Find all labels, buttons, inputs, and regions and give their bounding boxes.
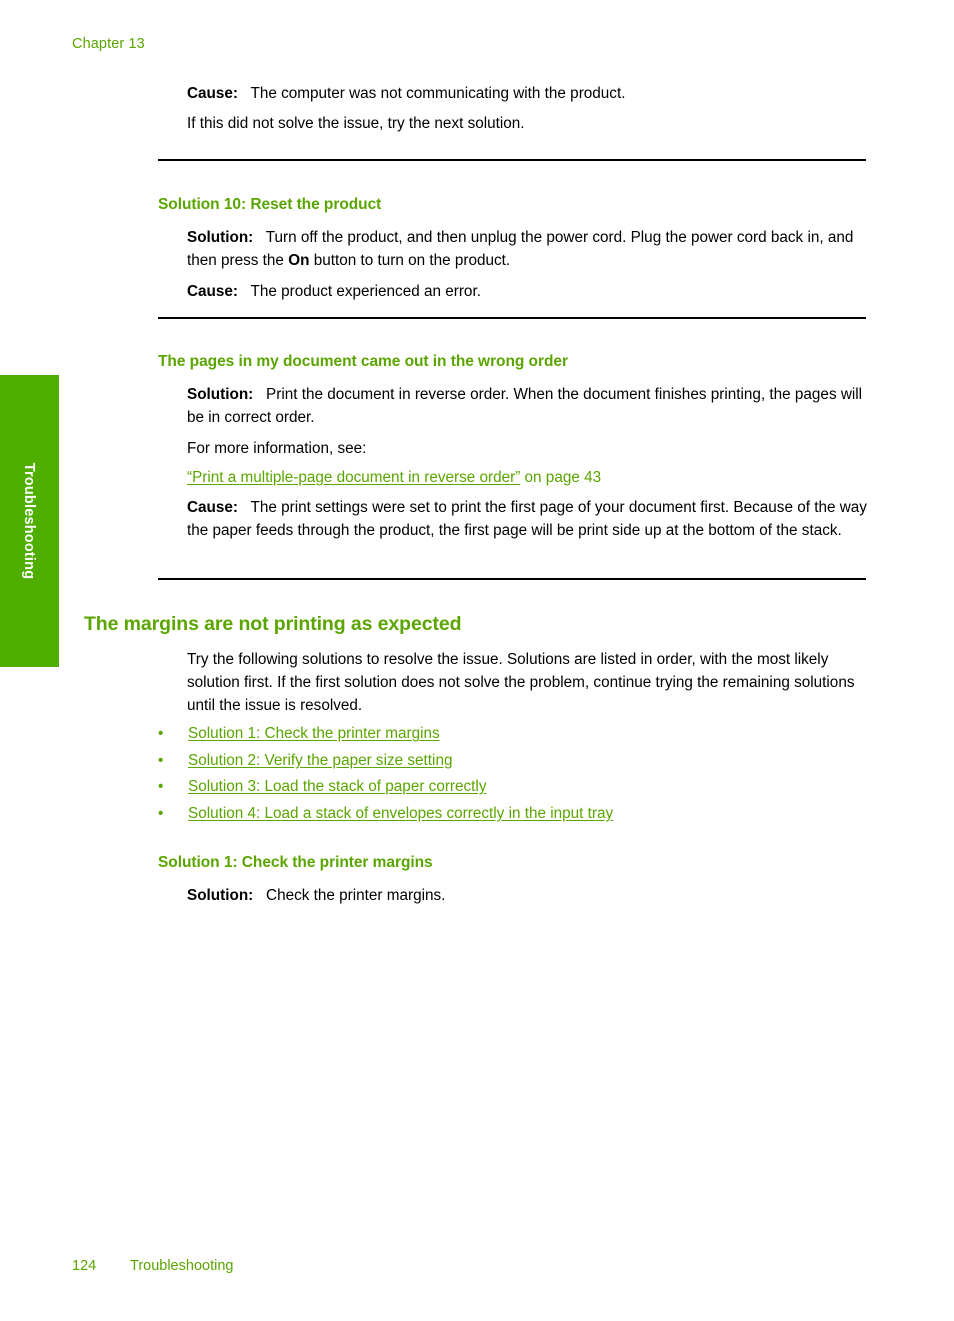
link-solution-3[interactable]: Solution 3: Load the stack of paper corr… <box>188 774 486 801</box>
solution-text-part-a: Turn off the product, and then unplug th… <box>187 229 854 269</box>
cross-reference-line: “Print a multiple-page document in rever… <box>187 466 601 489</box>
chapter-thumb-tab-label: Troubleshooting <box>21 462 38 580</box>
chapter-thumb-tab: Troubleshooting <box>0 375 59 667</box>
cause-paragraph-top: Cause: The computer was not communicatin… <box>187 82 869 105</box>
footer-page-number: 124 <box>72 1258 97 1274</box>
solution-text: Print the document in reverse order. Whe… <box>187 386 863 426</box>
xref-page-reference: on page 43 <box>520 469 602 486</box>
footer-chapter-title: Troubleshooting <box>130 1258 234 1274</box>
link-solution-1[interactable]: Solution 1: Check the printer margins <box>188 721 440 748</box>
list-item[interactable]: • Solution 3: Load the stack of paper co… <box>158 774 878 801</box>
solution-text: Check the printer margins. <box>266 887 446 904</box>
solution-label: Solution: <box>187 386 254 403</box>
solution-label: Solution: <box>187 887 254 904</box>
solution-links-list: • Solution 1: Check the printer margins … <box>158 721 878 827</box>
heading-solution-10: Solution 10: Reset the product <box>158 196 382 213</box>
wrong-order-cause-paragraph: Cause: The print settings were set to pr… <box>187 496 869 542</box>
section-divider-1 <box>158 159 866 161</box>
solution-10-solution-paragraph: Solution: Turn off the product, and then… <box>187 226 869 272</box>
cause-label: Cause: <box>187 283 239 300</box>
heading-margins-not-printing: The margins are not printing as expected <box>84 613 462 635</box>
bullet-icon: • <box>158 778 164 795</box>
margins-intro-paragraph: Try the following solutions to resolve t… <box>187 651 855 714</box>
cause-text: The computer was not communicating with … <box>250 85 626 102</box>
cause-text: The print settings were set to print the… <box>187 499 867 539</box>
section-divider-3 <box>158 578 866 580</box>
xref-link-reverse-order[interactable]: “Print a multiple-page document in rever… <box>187 469 520 486</box>
cause-label: Cause: <box>187 499 239 516</box>
list-item[interactable]: • Solution 1: Check the printer margins <box>158 721 878 748</box>
page-footer: 124 Troubleshooting <box>0 1258 954 1280</box>
cause-text: The product experienced an error. <box>250 283 481 300</box>
on-button-name: On <box>288 252 310 269</box>
heading-wrong-page-order: The pages in my document came out in the… <box>158 353 568 370</box>
section-divider-2 <box>158 317 866 319</box>
running-header-chapter: Chapter 13 <box>72 36 145 52</box>
list-item[interactable]: • Solution 4: Load a stack of envelopes … <box>158 801 878 828</box>
cause-label: Cause: <box>187 85 239 102</box>
solution-label: Solution: <box>187 229 254 246</box>
solution-1-solution-paragraph: Solution: Check the printer margins. <box>187 884 869 907</box>
heading-solution-1: Solution 1: Check the printer margins <box>158 854 433 871</box>
list-item[interactable]: • Solution 2: Verify the paper size sett… <box>158 748 878 775</box>
document-page: Chapter 13 Troubleshooting Cause: The co… <box>0 0 954 1321</box>
bullet-icon: • <box>158 804 164 822</box>
solution-text-part-b: button to turn on the product. <box>309 252 511 269</box>
wrong-order-solution-paragraph: Solution: Print the document in reverse … <box>187 383 869 429</box>
bullet-icon: • <box>158 725 164 742</box>
solution-10-cause-paragraph: Cause: The product experienced an error. <box>187 280 869 303</box>
more-information-label: For more information, see: <box>187 440 367 457</box>
next-solution-note: If this did not solve the issue, try the… <box>187 115 525 132</box>
bullet-icon: • <box>158 751 164 769</box>
link-solution-2[interactable]: Solution 2: Verify the paper size settin… <box>188 748 452 775</box>
link-solution-4[interactable]: Solution 4: Load a stack of envelopes co… <box>188 801 613 828</box>
